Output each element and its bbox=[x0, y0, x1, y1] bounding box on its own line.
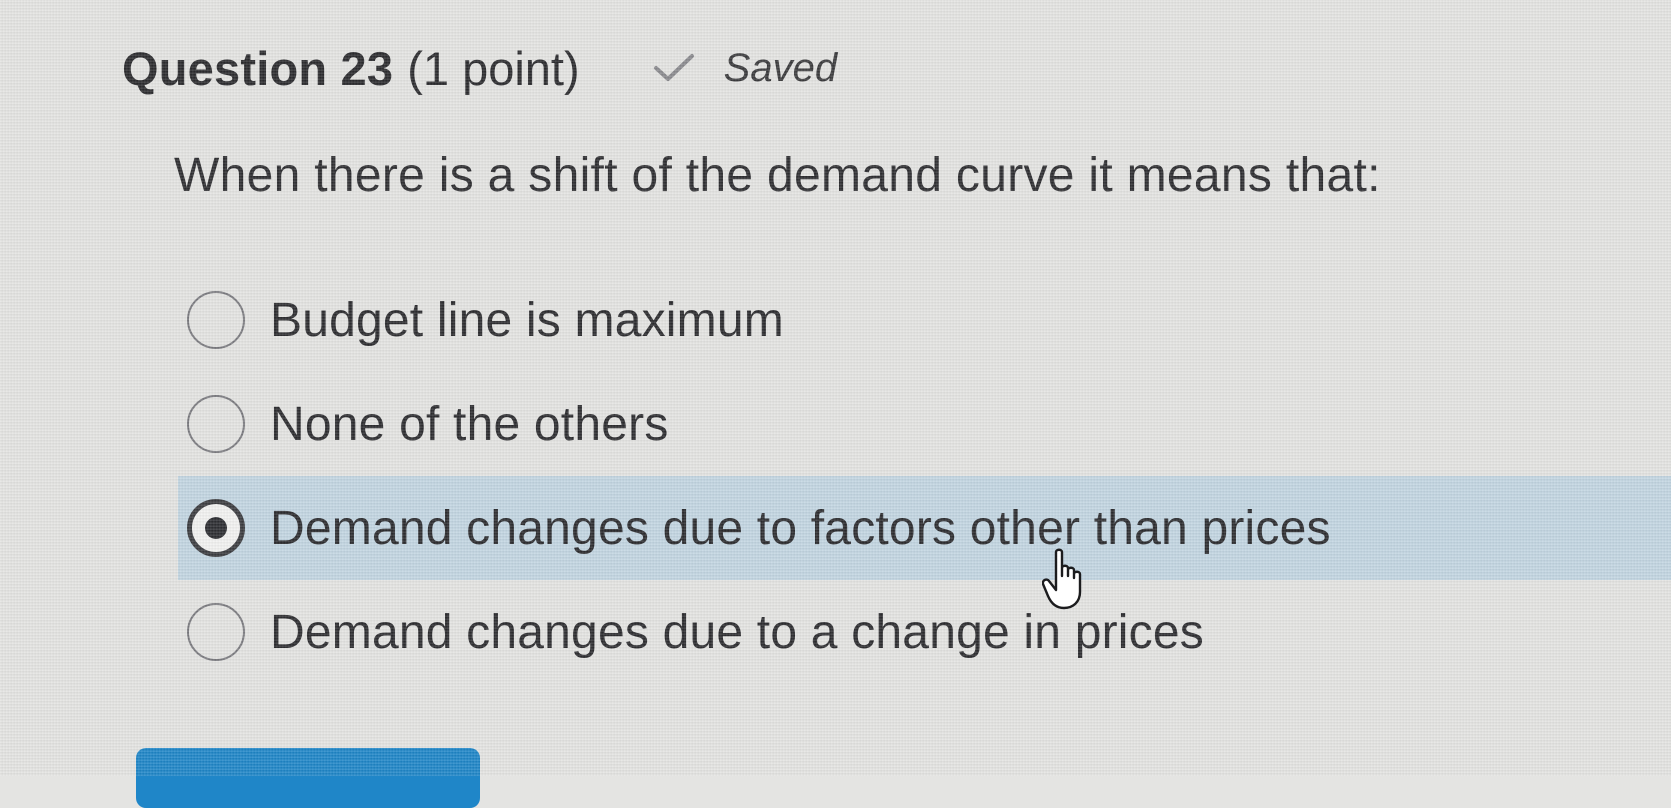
radio-button[interactable] bbox=[187, 291, 245, 349]
next-button[interactable] bbox=[136, 748, 480, 808]
question-header: Question 23 (1 point) Saved bbox=[122, 36, 837, 100]
option-change-in-prices[interactable]: Demand changes due to a change in prices bbox=[0, 580, 1671, 684]
check-icon bbox=[653, 54, 694, 81]
option-factors-other-than-prices[interactable]: Demand changes due to factors other than… bbox=[178, 476, 1671, 580]
option-label[interactable]: Budget line is maximum bbox=[270, 293, 784, 348]
radio-button[interactable] bbox=[187, 395, 245, 453]
question-points: (1 point) bbox=[407, 41, 580, 95]
option-budget-line[interactable]: Budget line is maximum bbox=[0, 268, 1671, 372]
option-none-of-others[interactable]: None of the others bbox=[0, 372, 1671, 476]
saved-label: Saved bbox=[723, 45, 838, 90]
option-label[interactable]: Demand changes due to a change in prices bbox=[270, 605, 1204, 660]
option-label[interactable]: None of the others bbox=[270, 397, 669, 452]
answer-options: Budget line is maximum None of the other… bbox=[0, 268, 1671, 684]
question-prompt: When there is a shift of the demand curv… bbox=[174, 149, 1381, 202]
radio-button-selected[interactable] bbox=[187, 499, 245, 557]
hand-pointer-icon bbox=[1042, 548, 1082, 610]
option-label[interactable]: Demand changes due to factors other than… bbox=[270, 501, 1331, 556]
question-title: Question 23 bbox=[122, 41, 394, 95]
radio-button[interactable] bbox=[187, 603, 245, 661]
saved-status: Saved bbox=[650, 46, 837, 91]
